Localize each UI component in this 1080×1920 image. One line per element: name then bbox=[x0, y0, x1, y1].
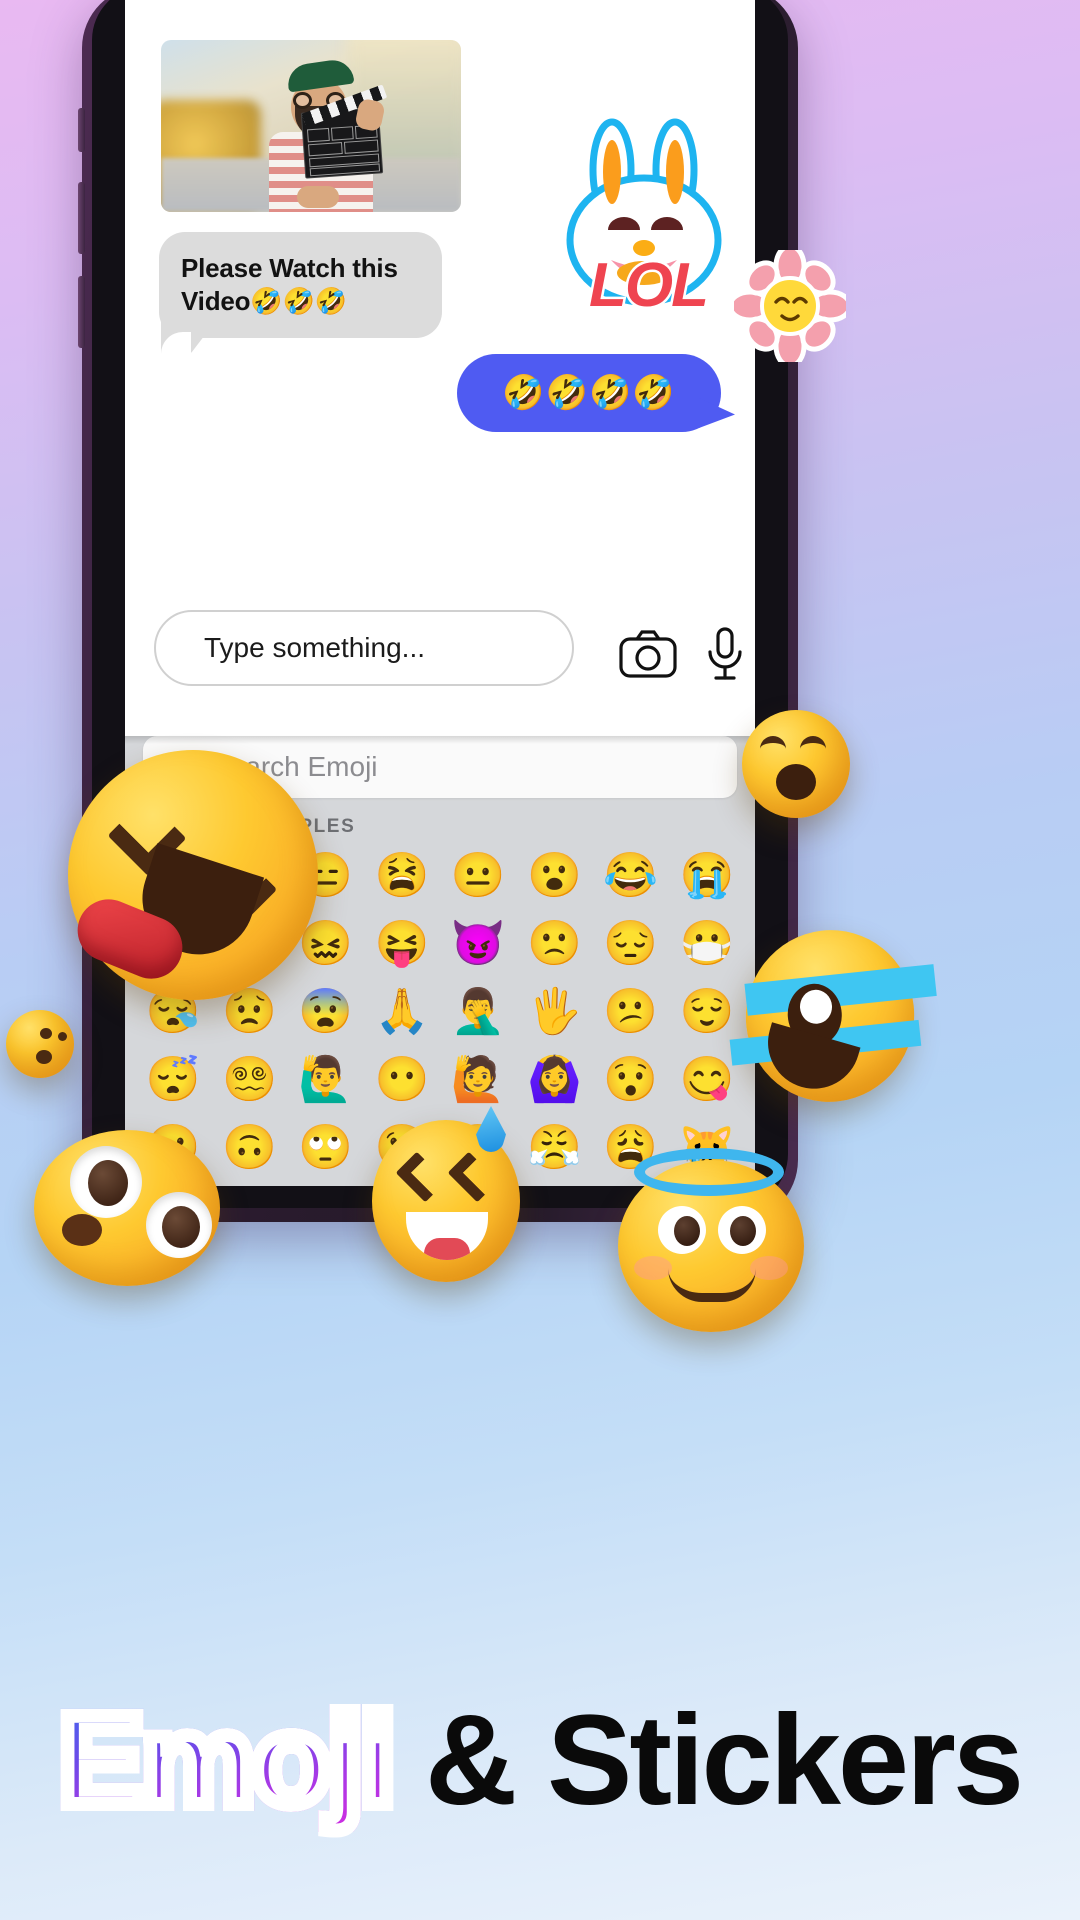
camera-icon[interactable] bbox=[619, 630, 677, 683]
keyboard-top-shadow bbox=[125, 736, 755, 744]
emoji-cell[interactable]: 🤦‍♂️ bbox=[440, 980, 516, 1044]
incoming-bubble-tail bbox=[161, 321, 207, 358]
emoji-cell[interactable]: 😝 bbox=[364, 912, 440, 976]
emoji-cell[interactable]: 😫 bbox=[364, 844, 440, 908]
emoji-cell[interactable]: 😕 bbox=[593, 980, 669, 1044]
emoji-cell[interactable]: 🙄 bbox=[288, 1116, 364, 1180]
message-input-placeholder: Type something... bbox=[204, 632, 426, 663]
incoming-message-text: Please Watch this Video🤣🤣🤣 bbox=[181, 253, 398, 316]
thumb-hand-left bbox=[297, 186, 339, 208]
page-title-rest: & Stickers bbox=[392, 1689, 1024, 1832]
thumb-person bbox=[257, 57, 388, 212]
emoji-cell[interactable]: 🙋 bbox=[440, 1048, 516, 1112]
rabbit-lol-sticker[interactable]: LOL bbox=[556, 108, 732, 323]
emoji-cell[interactable]: 🙆‍♀️ bbox=[516, 1048, 592, 1112]
emoji-cell[interactable]: 😤 bbox=[516, 1116, 592, 1180]
shocked-eyes-emoji bbox=[34, 1130, 220, 1286]
thumb-hat bbox=[285, 57, 355, 93]
video-thumbnail-message[interactable] bbox=[161, 40, 461, 212]
emoji-cell[interactable]: 😔 bbox=[593, 912, 669, 976]
incoming-message-bubble[interactable]: Please Watch this Video🤣🤣🤣 bbox=[159, 232, 442, 358]
page-title-highlight: Emoji bbox=[52, 1682, 402, 1839]
page-title: Emoji & Stickers bbox=[0, 1682, 1080, 1839]
emoji-cell[interactable]: 😷 bbox=[669, 912, 745, 976]
emoji-cell[interactable]: 😭 bbox=[669, 844, 745, 908]
thumb-hand-right bbox=[354, 97, 386, 133]
angel-halo-emoji bbox=[618, 1148, 804, 1332]
emoji-cell[interactable]: 😴 bbox=[135, 1048, 211, 1112]
message-input[interactable]: Type something... bbox=[154, 610, 574, 686]
emoji-cell[interactable]: 😨 bbox=[288, 980, 364, 1044]
emoji-cell[interactable]: 🙁 bbox=[516, 912, 592, 976]
outgoing-bubble-tail bbox=[699, 398, 735, 428]
microphone-icon[interactable] bbox=[703, 626, 747, 687]
outgoing-message-bubble[interactable]: 🤣🤣🤣🤣 bbox=[457, 354, 735, 432]
emoji-cell[interactable]: 😮 bbox=[516, 844, 592, 908]
blowing-kiss-small-emoji bbox=[6, 1010, 74, 1078]
outgoing-message-text: 🤣🤣🤣🤣 bbox=[502, 374, 676, 412]
yawning-emoji bbox=[742, 710, 850, 818]
emoji-cell[interactable]: 😯 bbox=[593, 1048, 669, 1112]
phone-mute-button bbox=[78, 108, 85, 152]
emoji-cell[interactable]: 😵‍💫 bbox=[211, 1048, 287, 1112]
emoji-cell[interactable]: 😐 bbox=[440, 844, 516, 908]
rabbit-sticker-text: LOL bbox=[587, 249, 712, 323]
phone-volume-up-button bbox=[78, 182, 85, 254]
phone-volume-down-button bbox=[78, 276, 85, 348]
message-composer: Type something... bbox=[125, 586, 755, 714]
flower-sleepy-sticker[interactable] bbox=[727, 243, 853, 369]
emoji-cell[interactable]: 🙋‍♂️ bbox=[288, 1048, 364, 1112]
emoji-cell[interactable]: 😌 bbox=[669, 980, 745, 1044]
emoji-cell[interactable]: 😂 bbox=[593, 844, 669, 908]
emoji-cell[interactable]: 🙏 bbox=[364, 980, 440, 1044]
emoji-cell[interactable]: 🙃 bbox=[211, 1116, 287, 1180]
emoji-cell[interactable]: 🖐️ bbox=[516, 980, 592, 1044]
rolling-tongue-emoji bbox=[68, 750, 318, 1000]
sweat-grin-emoji bbox=[372, 1106, 520, 1282]
emoji-cell[interactable]: 😈 bbox=[440, 912, 516, 976]
emoji-cell[interactable]: 😶 bbox=[364, 1048, 440, 1112]
